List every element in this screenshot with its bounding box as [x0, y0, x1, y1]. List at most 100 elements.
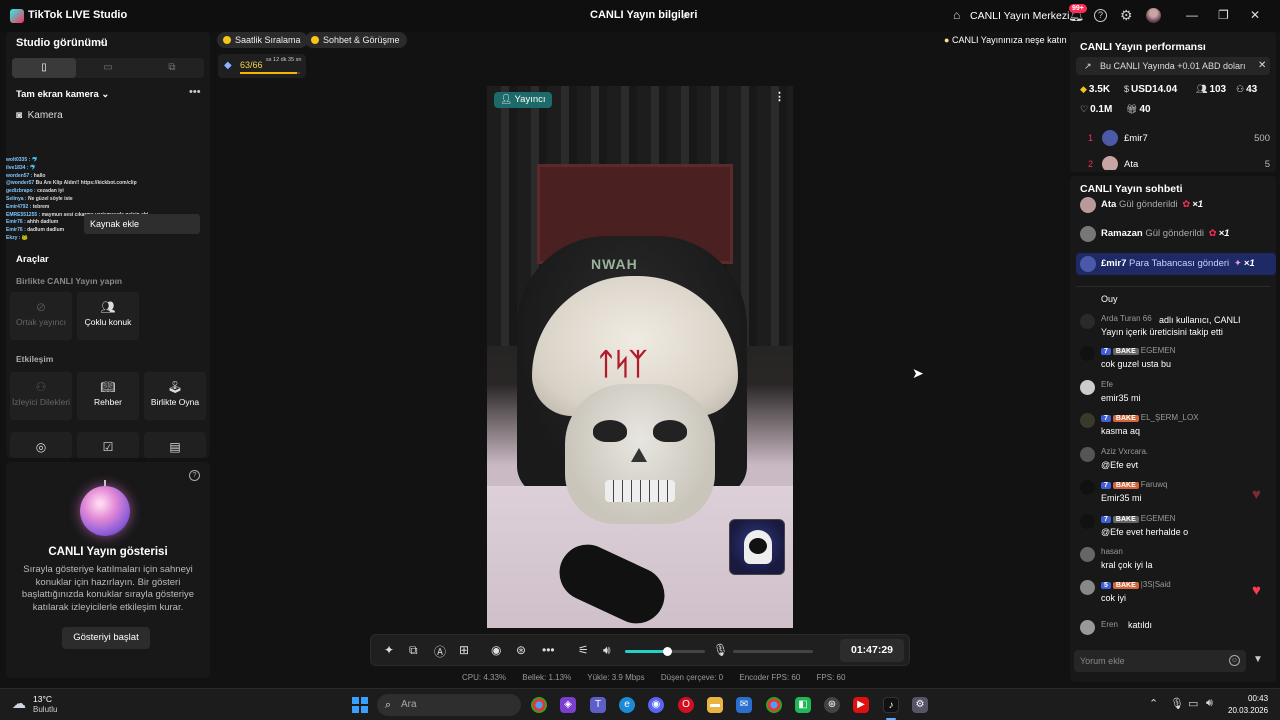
app-icon[interactable]: ◧ [795, 697, 811, 713]
guest-thumbnail[interactable] [729, 519, 785, 575]
chat-username[interactable]: 7 BAKE Faruwq [1101, 480, 1167, 489]
home-icon[interactable]: ⌂ [953, 8, 960, 22]
opera-icon[interactable]: O [678, 697, 694, 713]
chat-username[interactable]: 5 BAKE |3S|Said [1101, 580, 1171, 589]
box-tile[interactable]: ▤ [144, 432, 206, 458]
discord-icon[interactable]: ◉ [648, 697, 664, 713]
clock-date[interactable]: 20.03.2026 [1228, 706, 1268, 715]
mask-nose [631, 448, 647, 462]
volume-icon[interactable]: 🔊︎ [1206, 697, 1213, 710]
effects-icon[interactable]: ⧉ [409, 643, 418, 658]
filter-icon[interactable]: ▼ [1253, 654, 1263, 665]
more-options-icon[interactable]: ••• [189, 86, 201, 98]
tiktok-live-icon[interactable]: ♪ [883, 697, 899, 713]
camera-source[interactable]: ◙ Kamera [16, 110, 63, 121]
level-widget[interactable]: ◆ 63/66 ss 12 dk 35 sn [218, 54, 306, 78]
capture-icon[interactable]: ⊛ [516, 643, 526, 657]
viewer-requests-tile[interactable]: ⚇ İzleyici Dilekleri [10, 372, 72, 420]
add-media-icon[interactable]: ⊞ [459, 643, 469, 657]
chrome-profile-icon[interactable] [766, 697, 782, 713]
windows-start-icon[interactable] [352, 697, 368, 713]
record-icon[interactable]: ◉ [491, 643, 501, 657]
microphone-icon[interactable]: 🎙︎ [1170, 697, 1184, 710]
gift-row[interactable]: Ramazan Gül gönderildi ✿ ×1 [1076, 223, 1276, 245]
weather-temp[interactable]: 13°C [33, 694, 52, 704]
help-icon[interactable]: ? [189, 470, 200, 481]
video-menu-icon[interactable]: ⋮ [774, 90, 785, 103]
chat-message[interactable]: Eren katıldı [1076, 620, 1272, 648]
clock-time[interactable]: 00:43 [1248, 694, 1268, 703]
help-icon[interactable]: ? [1094, 9, 1107, 22]
ai-icon[interactable]: Ⓐ [434, 643, 446, 660]
poll-tile[interactable]: ☑ [77, 432, 139, 458]
magic-wand-icon[interactable]: ✦ [384, 643, 394, 657]
chat-message[interactable]: 7 BAKE EGEMEN cok guzel usta bu [1076, 346, 1272, 374]
chat-message[interactable]: Aziz Vxrcara. @Efe evt [1076, 447, 1272, 475]
vs-icon[interactable]: ◈ [560, 697, 576, 713]
portrait-mode-button[interactable]: ▯ [12, 58, 76, 78]
edge-icon[interactable]: e [619, 697, 635, 713]
chat-username[interactable]: Eren [1101, 620, 1118, 629]
chat-meet-pill[interactable]: Sohbet & Görüşme [305, 32, 407, 48]
mic-level-track[interactable] [733, 650, 813, 653]
chrome-icon[interactable] [531, 697, 547, 713]
settings-gear-icon[interactable]: ⚙ [1120, 7, 1133, 24]
profile-avatar[interactable] [1146, 8, 1161, 23]
chat-message[interactable]: 5 BAKE |3S|Said cok iyi [1076, 580, 1272, 608]
close-icon[interactable]: ✕ [1250, 8, 1260, 22]
settings-icon[interactable]: ⚙ [912, 697, 928, 713]
share-icon[interactable]: ⇗ [681, 9, 690, 22]
weather-desc[interactable]: Bulutlu [33, 705, 57, 714]
studio-view-dropdown[interactable]: Studio görünümü [16, 37, 108, 49]
start-show-button[interactable]: Gösteriyi başlat [62, 627, 150, 649]
gift-row[interactable]: Ata Gül gönderildi ✿ ×1 [1076, 194, 1276, 216]
avatar [1080, 413, 1095, 428]
chevron-up-icon[interactable]: ⌃ [1149, 697, 1158, 710]
chat-message[interactable]: Arda Turan 66 adlı kullanıcı, CANLI Yayın… [1076, 314, 1272, 342]
chat-username[interactable]: 7 BAKE EGEMEN [1101, 514, 1175, 523]
adjust-sliders-icon[interactable]: ⚟ [578, 643, 589, 657]
guide-tile[interactable]: 📖︎ Rehber [77, 372, 139, 420]
landscape-mode-button[interactable]: ▭ [76, 58, 140, 78]
goal-tile[interactable]: ◎ [10, 432, 72, 458]
chat-message[interactable]: 7 BAKE EL_ŞERM_LOX kasma aq [1076, 413, 1272, 441]
hourly-ranking-pill[interactable]: Saatlik Sıralama [217, 32, 308, 48]
live-center-link[interactable]: CANLI Yayın Merkezi [970, 10, 1069, 22]
teams-icon[interactable]: T [590, 697, 606, 713]
chat-username[interactable]: 7 BAKE EGEMEN [1101, 346, 1175, 355]
minimize-icon[interactable]: — [1186, 8, 1198, 22]
chat-message[interactable]: hasan kral çok iyi la [1076, 547, 1272, 575]
maximize-icon[interactable]: ❐ [1218, 8, 1229, 22]
emoji-icon[interactable]: ☺ [1229, 655, 1240, 666]
camera-section-title[interactable]: Tam ekran kamera ⌄ [16, 89, 109, 100]
youtube-icon[interactable]: ▶ [853, 697, 869, 713]
chat-username[interactable]: Efe [1101, 380, 1113, 389]
mail-icon[interactable]: ✉ [736, 697, 752, 713]
chat-username[interactable]: 7 BAKE EL_ŞERM_LOX [1101, 413, 1199, 422]
comment-input[interactable]: Yorum ekle [1074, 650, 1246, 672]
play-together-tile[interactable]: 🕹︎ Birlikte Oyna [144, 372, 206, 420]
multi-guest-tile[interactable]: 👥︎ Çoklu konuk [77, 292, 139, 340]
taskbar-search[interactable]: ⌕ Ara [377, 694, 521, 716]
cohost-tile[interactable]: ⊘ Ortak yayıncı [10, 292, 72, 340]
live-tips-hint[interactable]: ● CANLI Yayınınıza neşe katın [944, 35, 1067, 45]
chat-message[interactable]: 7 BAKE Faruwq Emir35 mi [1076, 480, 1272, 508]
chat-message[interactable]: Efe emir35 mi [1076, 380, 1272, 408]
microphone-icon[interactable]: 🎙︎ [713, 643, 728, 657]
chat-username[interactable]: hasan [1101, 547, 1123, 556]
gift-row-highlighted[interactable]: £mir7 Para Tabancası gönderi ✦ ×1 [1076, 253, 1276, 275]
chevron-down-icon[interactable]: ⌄ [98, 36, 106, 47]
speaker-icon[interactable]: 🔊︎ [603, 643, 611, 658]
lightbulb-icon: ● [944, 35, 950, 45]
folder-icon[interactable]: ▬ [707, 697, 723, 713]
network-icon[interactable]: ▭ [1188, 697, 1198, 710]
close-icon[interactable]: ✕ [1258, 57, 1266, 75]
more-icon[interactable]: ••• [542, 643, 555, 657]
ranking-row[interactable]: 2 Ata 5 [1080, 156, 1270, 170]
app-icon[interactable]: ⊛ [824, 697, 840, 713]
volume-slider-knob[interactable] [662, 647, 672, 656]
ranking-row[interactable]: 1 £mir7 500 [1080, 130, 1270, 148]
dual-mode-button[interactable]: ⧉ [140, 58, 204, 78]
chat-message[interactable]: 7 BAKE EGEMEN @Efe evet herhalde o [1076, 514, 1272, 542]
chat-username[interactable]: Aziz Vxrcara. [1101, 447, 1148, 456]
